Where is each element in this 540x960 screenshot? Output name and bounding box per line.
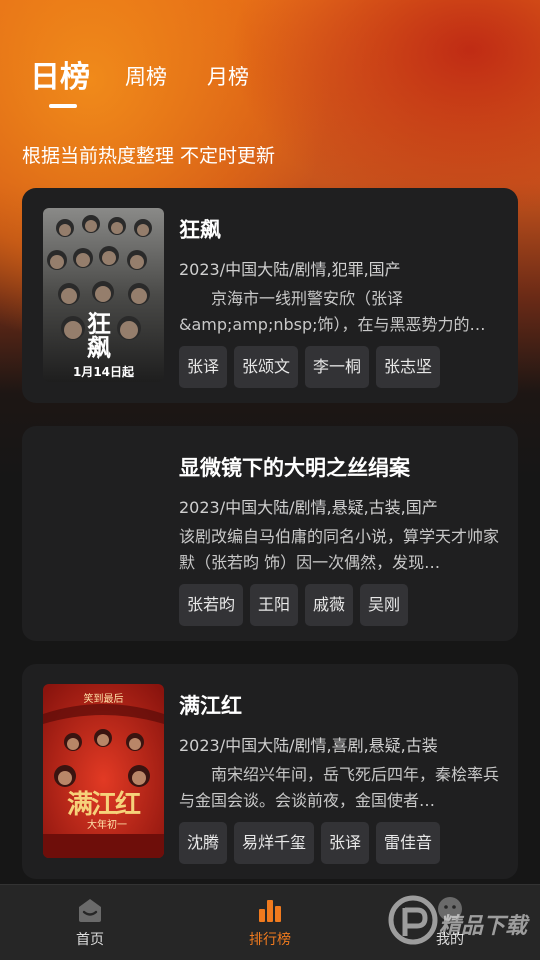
cast-tag[interactable]: 张志坚 — [376, 346, 441, 388]
cast-tag[interactable]: 易烊千玺 — [234, 822, 315, 864]
poster-placeholder — [43, 446, 164, 620]
poster-image: 狂飙 1月14日起 — [43, 208, 164, 382]
ranking-card[interactable]: 显微镜下的大明之丝绢案 2023/中国大陆/剧情,悬疑,古装,国产 该剧改编自马… — [22, 426, 518, 641]
poster-date: 大年初一 — [87, 820, 127, 831]
cast-tag[interactable]: 张若昀 — [179, 584, 244, 626]
cast-tags: 沈腾 易烊千玺 张译 雷佳音 — [179, 822, 441, 864]
card-title: 狂飙 — [179, 218, 221, 242]
ranking-subtitle: 根据当前热度整理 不定时更新 — [22, 145, 276, 167]
card-description: 南宋绍兴年间，岳飞死后四年，秦桧率兵与金国会谈。会谈前夜，金国使者… — [179, 765, 499, 810]
watermark-text: 精品下载 — [439, 914, 528, 939]
tab-monthly[interactable]: 月榜 — [207, 61, 249, 91]
home-icon — [79, 899, 101, 922]
cast-tags: 张若昀 王阳 戚薇 吴刚 — [179, 584, 409, 626]
chart-icon — [259, 900, 281, 922]
poster-date: 1月14日起 — [72, 365, 135, 379]
card-description: 京海市一线刑警安欣（张译&amp;amp;nbsp;饰），在与黑恶势力的… — [179, 289, 486, 334]
poster-title: 狂飙 — [87, 309, 111, 362]
tab-indicator — [49, 104, 77, 108]
cast-tag[interactable]: 张译 — [321, 822, 370, 864]
card-meta: 2023/中国大陆/剧情,犯罪,国产 — [179, 260, 401, 279]
cast-tag[interactable]: 沈腾 — [179, 822, 228, 864]
cast-tag[interactable]: 王阳 — [250, 584, 299, 626]
card-title: 显微镜下的大明之丝绢案 — [179, 456, 410, 480]
ranking-card[interactable]: 笑到最后 满江红 大年初一 满江红 2023/中国大陆/剧情,喜剧,悬疑,古装 … — [22, 664, 518, 879]
nav-ranking[interactable]: 排行榜 — [225, 895, 315, 949]
watermark-logo: 精品下载 — [387, 888, 537, 954]
tab-daily[interactable]: 日榜 — [30, 52, 90, 96]
cast-tag[interactable]: 吴刚 — [360, 584, 409, 626]
card-title: 满江红 — [179, 694, 242, 718]
tab-weekly[interactable]: 周榜 — [125, 61, 167, 91]
cast-tag[interactable]: 张译 — [179, 346, 228, 388]
nav-ranking-label: 排行榜 — [249, 932, 291, 948]
cast-tag[interactable]: 张颂文 — [234, 346, 299, 388]
cast-tag[interactable]: 雷佳音 — [376, 822, 441, 864]
card-meta: 2023/中国大陆/剧情,悬疑,古装,国产 — [179, 498, 438, 517]
card-meta: 2023/中国大陆/剧情,喜剧,悬疑,古装 — [179, 736, 438, 755]
poster-tagline: 笑到最后 — [83, 694, 124, 705]
cast-tag[interactable]: 戚薇 — [305, 584, 354, 626]
cast-tag[interactable]: 李一桐 — [305, 346, 370, 388]
card-description: 该剧改编自马伯庸的同名小说，算学天才帅家默（张若昀 饰）因一次偶然，发现… — [179, 527, 499, 572]
poster-image: 笑到最后 满江红 大年初一 — [43, 684, 164, 858]
nav-home[interactable]: 首页 — [45, 895, 135, 949]
nav-home-label: 首页 — [76, 932, 104, 948]
cast-tags: 张译 张颂文 李一桐 张志坚 — [179, 346, 441, 388]
ranking-card[interactable]: 狂飙 1月14日起 狂飙 2023/中国大陆/剧情,犯罪,国产 京海市一线刑警安… — [22, 188, 518, 403]
